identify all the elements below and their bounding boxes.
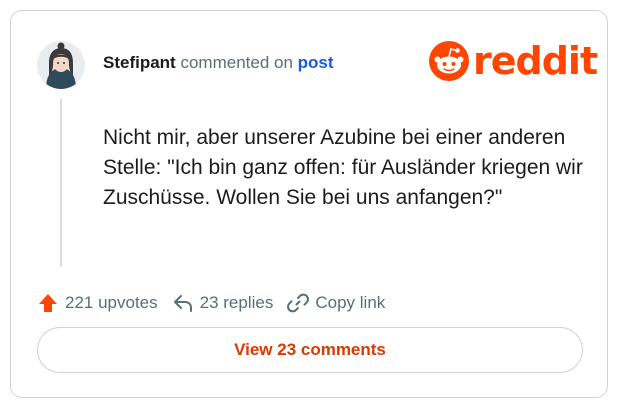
avatar[interactable]: [37, 41, 85, 89]
user-avatar-icon: [37, 41, 85, 89]
reddit-wordmark: reddit: [473, 39, 598, 83]
upvotes-count: 221 upvotes: [65, 293, 158, 312]
thread-line: [60, 99, 62, 267]
upvote-button[interactable]: 221 upvotes: [37, 292, 158, 314]
username[interactable]: Stefipant: [103, 53, 176, 72]
comment-action-text: commented on: [180, 53, 293, 72]
reddit-logo: reddit: [429, 39, 598, 83]
reddit-snoo-icon: [429, 41, 469, 81]
replies-button[interactable]: 23 replies: [172, 292, 274, 314]
replies-count: 23 replies: [199, 293, 274, 312]
link-icon: [287, 293, 310, 313]
copy-link-label: Copy link: [315, 293, 386, 312]
reply-icon: [173, 295, 192, 312]
comment-actions: 221 upvotes 23 replies Copy link: [37, 290, 399, 316]
copy-link-button[interactable]: Copy link: [287, 292, 385, 314]
view-comments-button[interactable]: View 23 comments: [37, 327, 583, 373]
comment-card: Stefipant commented on post reddit Nicht…: [10, 10, 608, 398]
comment-body: Nicht mir, aber unserer Azubine bei eine…: [103, 126, 583, 209]
post-link[interactable]: post: [298, 53, 334, 72]
upvote-arrow-icon: [39, 294, 57, 312]
comment-header: Stefipant commented on post: [103, 52, 334, 74]
